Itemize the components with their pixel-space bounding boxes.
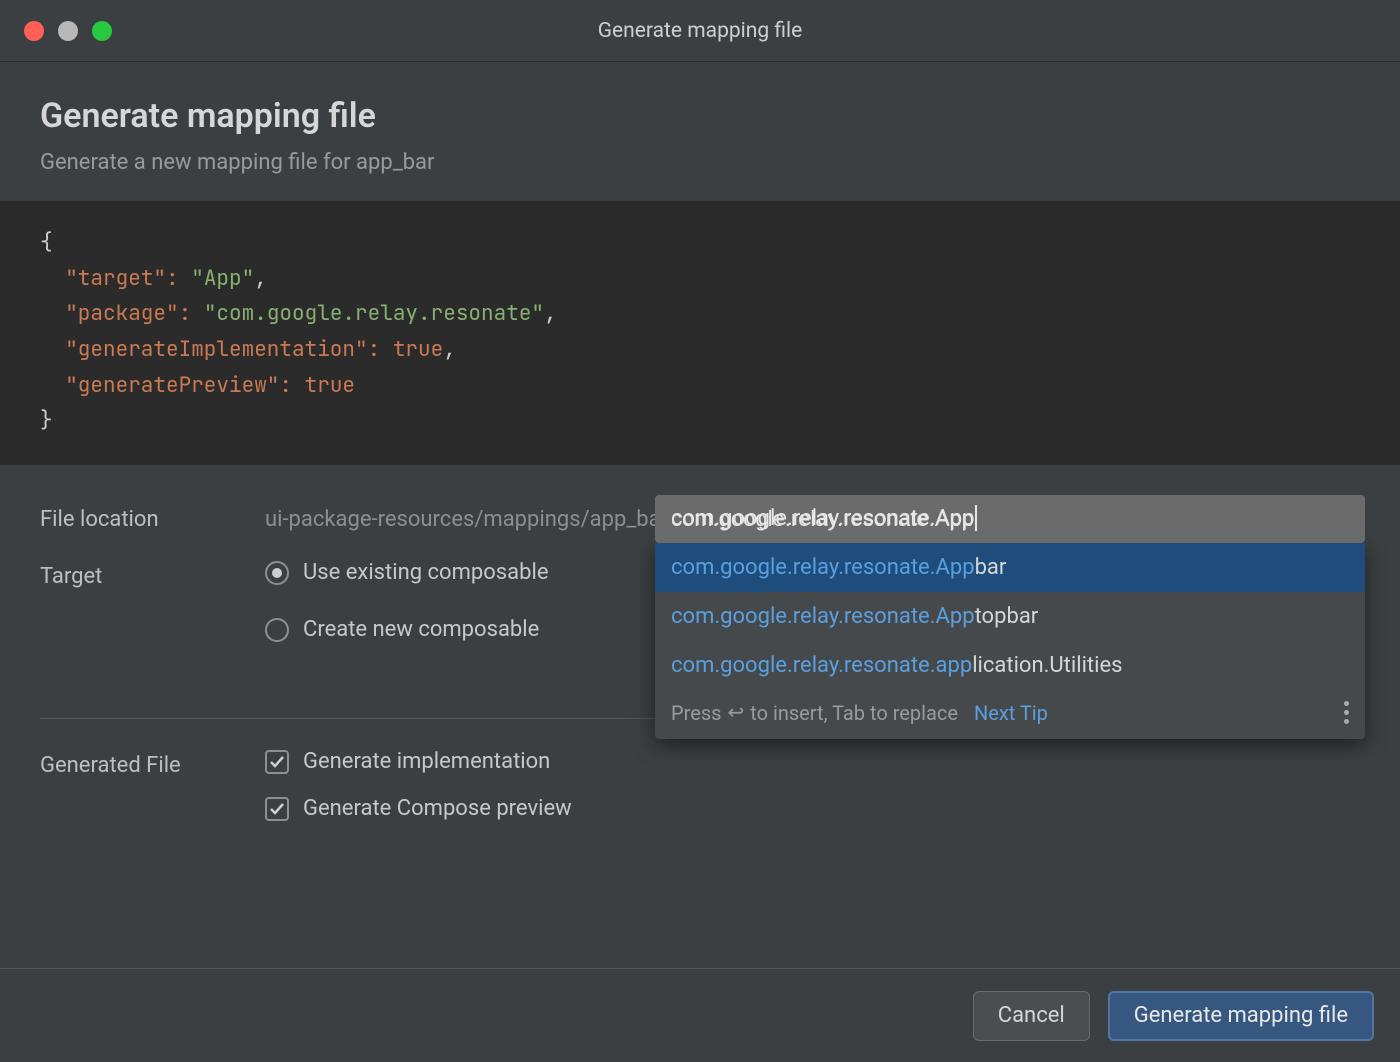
autocomplete-rest: lication.Utilities xyxy=(972,653,1122,678)
window-title: Generate mapping file xyxy=(0,19,1400,43)
page-subtitle: Generate a new mapping file for app_bar xyxy=(40,150,1360,175)
autocomplete-item[interactable]: com.google.relay.resonate.Appbar xyxy=(655,543,1365,592)
text-caret-icon xyxy=(975,505,977,531)
page-title: Generate mapping file xyxy=(40,96,1360,136)
radio-use-existing[interactable]: Use existing composable xyxy=(265,560,548,585)
window-controls xyxy=(0,21,112,41)
hint-prefix: Press xyxy=(671,701,721,725)
checkbox-impl-label: Generate implementation xyxy=(303,749,550,774)
autocomplete-rest: topbar xyxy=(975,604,1039,629)
json-val-target: "App" xyxy=(191,265,254,292)
enter-key-icon: ↩ xyxy=(727,700,744,725)
autocomplete-item[interactable]: com.google.relay.resonate.application.Ut… xyxy=(655,641,1365,690)
generated-file-group: Generate implementation Generate Compose… xyxy=(265,749,572,821)
row-generated-file: Generated File Generate implementation G… xyxy=(40,749,1360,821)
checkbox-icon xyxy=(265,750,289,774)
next-tip-link[interactable]: Next Tip xyxy=(974,701,1048,725)
autocomplete-footer: Press ↩ to insert, Tab to replace Next T… xyxy=(655,690,1365,739)
radio-create-new[interactable]: Create new composable xyxy=(265,617,548,642)
kebab-menu-icon[interactable] xyxy=(1344,701,1349,724)
target-radio-group: Use existing composable Create new compo… xyxy=(265,560,548,642)
file-location-label: File location xyxy=(40,503,265,532)
autocomplete-match: com.google.relay.resonate.app xyxy=(671,653,972,678)
json-preview: { "target": "App", "package": "com.googl… xyxy=(0,201,1400,465)
hint-mid: to insert, Tab to replace xyxy=(750,701,958,725)
cancel-button[interactable]: Cancel xyxy=(973,991,1090,1041)
radio-icon xyxy=(265,561,289,585)
target-input-display: com.google.relay.resonate.App xyxy=(671,505,977,531)
autocomplete-match: com.google.relay.resonate.App xyxy=(671,555,975,580)
maximize-window-button[interactable] xyxy=(92,21,112,41)
json-key-genimpl: "generateImplementation" xyxy=(65,336,367,363)
generate-button[interactable]: Generate mapping file xyxy=(1108,991,1374,1041)
checkbox-generate-preview[interactable]: Generate Compose preview xyxy=(265,796,572,821)
json-key-target: "target" xyxy=(65,265,166,292)
file-location-value: ui-package-resources/mappings/app_bar.js… xyxy=(265,503,714,532)
dialog-footer: Cancel Generate mapping file xyxy=(0,968,1400,1062)
checkbox-preview-label: Generate Compose preview xyxy=(303,796,572,821)
checkbox-icon xyxy=(265,797,289,821)
autocomplete-item[interactable]: com.google.relay.resonate.Apptopbar xyxy=(655,592,1365,641)
generated-file-label: Generated File xyxy=(40,749,265,778)
target-label: Target xyxy=(40,560,265,589)
radio-use-existing-label: Use existing composable xyxy=(303,560,548,585)
titlebar: Generate mapping file xyxy=(0,0,1400,62)
radio-create-new-label: Create new composable xyxy=(303,617,539,642)
form-area: File location ui-package-resources/mappi… xyxy=(0,465,1400,821)
autocomplete-match: com.google.relay.resonate.App xyxy=(671,604,975,629)
radio-icon xyxy=(265,618,289,642)
autocomplete-rest: bar xyxy=(975,555,1007,580)
minimize-window-button[interactable] xyxy=(58,21,78,41)
checkbox-generate-implementation[interactable]: Generate implementation xyxy=(265,749,572,774)
target-field-wrap: com.google.relay.resonate.App com.google… xyxy=(655,495,1365,739)
dialog-header: Generate mapping file Generate a new map… xyxy=(0,62,1400,201)
autocomplete-popup: com.google.relay.resonate.Appbar com.goo… xyxy=(655,543,1365,739)
json-key-package: "package" xyxy=(65,300,178,327)
json-val-genimpl: true xyxy=(393,336,443,363)
json-key-genprev: "generatePreview" xyxy=(65,372,279,399)
json-val-package: "com.google.relay.resonate" xyxy=(204,300,544,327)
json-val-genprev: true xyxy=(305,372,355,399)
close-window-button[interactable] xyxy=(24,21,44,41)
